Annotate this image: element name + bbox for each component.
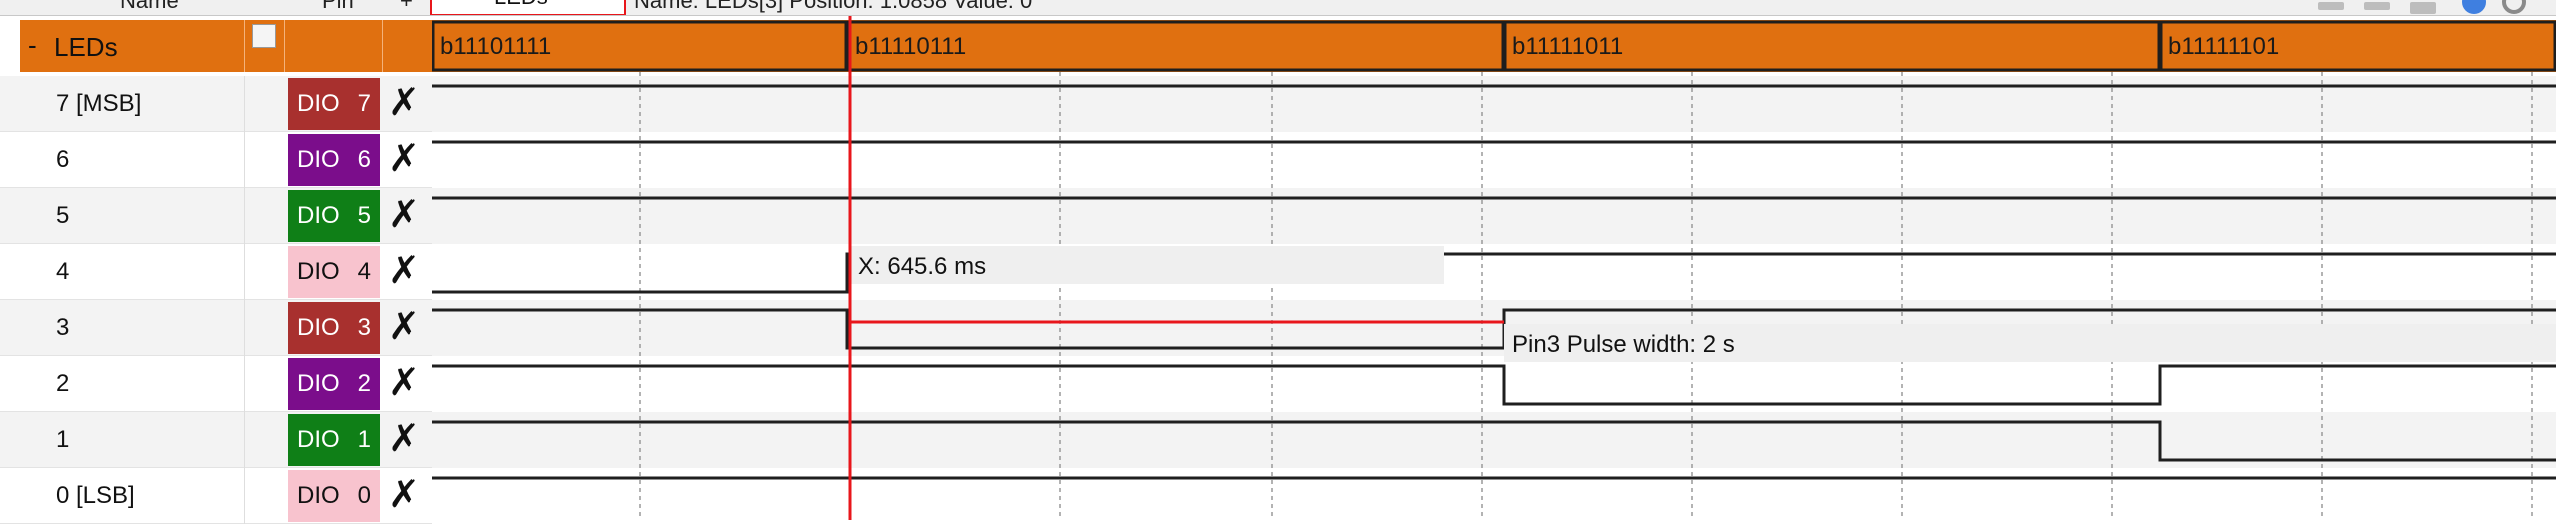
- channel-name: 2: [56, 370, 70, 397]
- bus-divider: [244, 20, 245, 72]
- search-icon[interactable]: [2462, 0, 2486, 14]
- pin-number: 0: [357, 482, 372, 509]
- cursor-label: X: 645.6 ms: [858, 253, 986, 280]
- channel-name: 7 [MSB]: [56, 90, 142, 117]
- pin-badge[interactable]: DIO 6: [288, 134, 380, 186]
- name-column-divider: [244, 76, 245, 132]
- signal-lane: [432, 132, 2556, 188]
- channel-name: 5: [56, 202, 70, 229]
- collapse-toggle[interactable]: -: [28, 30, 37, 61]
- pin-number: 3: [357, 314, 372, 341]
- signal-lane: [432, 76, 2556, 132]
- pin-label: DIO: [296, 202, 340, 229]
- bus-divider: [284, 20, 285, 72]
- pin-number: 2: [357, 370, 372, 397]
- channel-info-text: Name: LEDs[3] Position: 1.0858 Value: 0: [634, 0, 1033, 13]
- channel-row[interactable]: 3 DIO 3 ✗: [0, 300, 432, 356]
- zoom-out-icon[interactable]: [2364, 2, 2390, 10]
- bus-name: LEDs: [54, 32, 118, 62]
- pin-number: 7: [357, 90, 372, 117]
- name-column-divider: [244, 300, 245, 356]
- pin-number: 1: [357, 426, 372, 453]
- pin-label: DIO: [296, 426, 340, 453]
- channel-name: 4: [56, 258, 70, 285]
- bus-value-label: b11111011: [1512, 33, 1623, 60]
- pin-label: DIO: [296, 370, 340, 397]
- pin-label: DIO: [296, 146, 340, 173]
- zoom-in-icon[interactable]: [2318, 2, 2344, 10]
- pulse-measurement-label: Pin3 Pulse width: 2 s: [1512, 331, 1735, 358]
- remove-channel-icon[interactable]: ✗: [388, 304, 420, 348]
- signal-lane: [432, 468, 2556, 520]
- remove-channel-icon[interactable]: ✗: [388, 192, 420, 236]
- pin-label: DIO: [296, 482, 340, 509]
- channel-row[interactable]: 1 DIO 1 ✗: [0, 412, 432, 468]
- zoom-fit-icon[interactable]: [2410, 2, 2436, 14]
- selected-channel-label: LEDs: [494, 0, 548, 10]
- pin-badge[interactable]: DIO 7: [288, 78, 380, 130]
- pin-label: DIO: [296, 90, 340, 117]
- selected-channel-box[interactable]: LEDs: [430, 0, 626, 15]
- remove-channel-icon[interactable]: ✗: [388, 248, 420, 292]
- name-column-divider: [244, 244, 245, 300]
- column-header-name[interactable]: Name: [120, 0, 179, 14]
- pin-number: 4: [357, 258, 372, 285]
- bus-divider: [382, 20, 383, 72]
- note-icon[interactable]: [252, 24, 276, 48]
- bus-value-label: b11111101: [2168, 33, 2279, 60]
- remove-channel-icon[interactable]: ✗: [388, 136, 420, 180]
- name-column-divider: [244, 412, 245, 468]
- channel-name: 3: [56, 314, 70, 341]
- channel-row[interactable]: 5 DIO 5 ✗: [0, 188, 432, 244]
- column-header-pin[interactable]: Pin: [322, 0, 354, 14]
- remove-channel-icon[interactable]: ✗: [388, 360, 420, 404]
- remove-channel-icon[interactable]: ✗: [388, 80, 420, 124]
- name-column-divider: [244, 132, 245, 188]
- name-column-divider: [244, 468, 245, 524]
- pin-badge[interactable]: DIO 4: [288, 246, 380, 298]
- header-bar: Name Pin + LEDs Name: LEDs[3] Position: …: [0, 0, 2556, 16]
- channel-name: 6: [56, 146, 70, 173]
- name-column-divider: [244, 356, 245, 412]
- bus-value-label: b11101111: [440, 33, 551, 60]
- pin-badge[interactable]: DIO 1: [288, 414, 380, 466]
- pin-badge[interactable]: DIO 3: [288, 302, 380, 354]
- bus-row[interactable]: - LEDs: [20, 20, 432, 72]
- name-column-divider: [244, 188, 245, 244]
- pin-label: DIO: [296, 258, 340, 285]
- pin-number: 5: [357, 202, 372, 229]
- pin-badge[interactable]: DIO 2: [288, 358, 380, 410]
- channel-row[interactable]: 4 DIO 4 ✗: [0, 244, 432, 300]
- pin-badge[interactable]: DIO 0: [288, 470, 380, 522]
- pin-badge[interactable]: DIO 5: [288, 190, 380, 242]
- column-header-marker[interactable]: +: [400, 0, 413, 14]
- channel-name: 0 [LSB]: [56, 482, 135, 509]
- channel-row[interactable]: 2 DIO 2 ✗: [0, 356, 432, 412]
- settings-icon[interactable]: [2502, 0, 2526, 14]
- channel-name: 1: [56, 426, 70, 453]
- channel-row[interactable]: 0 [LSB] DIO 0 ✗: [0, 468, 432, 524]
- signal-lane: [432, 356, 2556, 412]
- remove-channel-icon[interactable]: ✗: [388, 472, 420, 516]
- bus-value-label: b11110111: [855, 33, 966, 60]
- waveform-area[interactable]: b11101111 b11110111 b11111011 b11111101 Pin3…: [432, 16, 2556, 520]
- channel-row[interactable]: 7 [MSB] DIO 7 ✗: [0, 76, 432, 132]
- channel-panel: - LEDs 7 [MSB] DIO 7 ✗ 6 DIO 6 ✗ 5 DIO 5 ✗ 4 DIO 4 ✗ 3 DI…: [0, 16, 432, 524]
- signal-lane: [432, 188, 2556, 244]
- pin-number: 6: [357, 146, 372, 173]
- channel-row[interactable]: 6 DIO 6 ✗: [0, 132, 432, 188]
- remove-channel-icon[interactable]: ✗: [388, 416, 420, 460]
- pin-label: DIO: [296, 314, 340, 341]
